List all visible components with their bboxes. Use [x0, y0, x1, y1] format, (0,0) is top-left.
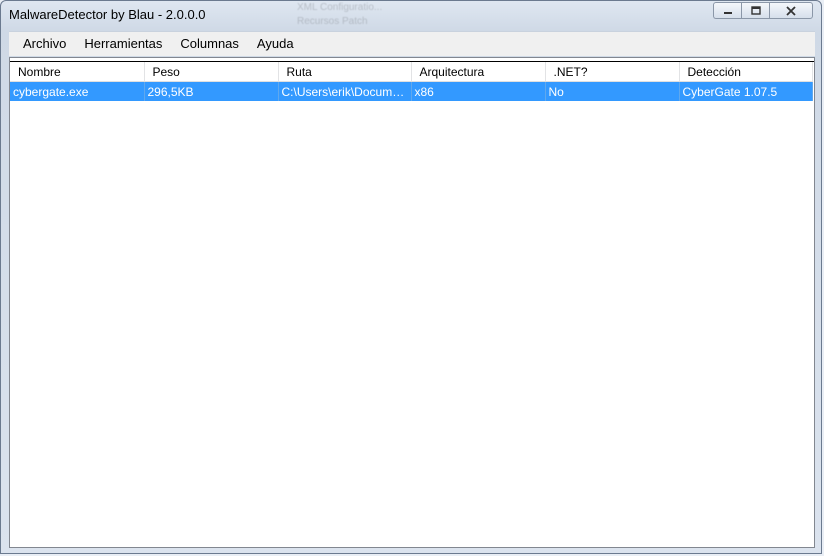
maximize-icon	[750, 6, 761, 15]
column-header-peso[interactable]: Peso	[144, 62, 279, 82]
cell-peso: 296,5KB	[144, 81, 279, 101]
column-header-net[interactable]: .NET?	[545, 62, 680, 82]
results-table: Nombre Peso Ruta Arquitectura .NET? Dete…	[10, 62, 813, 101]
caption-buttons	[713, 2, 813, 19]
menu-herramientas[interactable]: Herramientas	[75, 32, 171, 56]
cell-arquitectura: x86	[411, 81, 546, 101]
menu-bar: Archivo Herramientas Columnas Ayuda	[9, 31, 815, 56]
window-title: MalwareDetector by Blau - 2.0.0.0	[9, 7, 206, 22]
cell-nombre: cybergate.exe	[10, 81, 145, 101]
menu-archivo[interactable]: Archivo	[9, 32, 75, 56]
cell-ruta: C:\Users\erik\Documen...	[278, 81, 412, 101]
ghost-text: XML Configuratio...	[297, 2, 383, 13]
main-window: XML Configuratio... Recursos Patch Malwa…	[0, 0, 822, 554]
cell-net: No	[545, 81, 680, 101]
menu-ayuda[interactable]: Ayuda	[248, 32, 303, 56]
header-row: Nombre Peso Ruta Arquitectura .NET? Dete…	[10, 62, 813, 82]
cell-deteccion: CyberGate 1.07.5	[679, 81, 813, 101]
close-icon	[786, 5, 796, 16]
menu-columnas[interactable]: Columnas	[171, 32, 248, 56]
column-header-ruta[interactable]: Ruta	[278, 62, 412, 82]
maximize-button[interactable]	[741, 2, 769, 19]
ghost-text: Recursos Patch	[297, 16, 368, 27]
background-app-ghost: XML Configuratio... Recursos Patch	[297, 1, 477, 31]
column-header-arquitectura[interactable]: Arquitectura	[411, 62, 546, 82]
table-row[interactable]: cybergate.exe 296,5KB C:\Users\erik\Docu…	[10, 81, 813, 101]
minimize-button[interactable]	[713, 2, 741, 19]
close-button[interactable]	[769, 2, 813, 19]
minimize-icon	[723, 11, 732, 14]
column-header-deteccion[interactable]: Detección	[679, 62, 813, 82]
column-header-nombre[interactable]: Nombre	[10, 62, 145, 82]
results-list-view[interactable]: Nombre Peso Ruta Arquitectura .NET? Dete…	[9, 57, 815, 548]
